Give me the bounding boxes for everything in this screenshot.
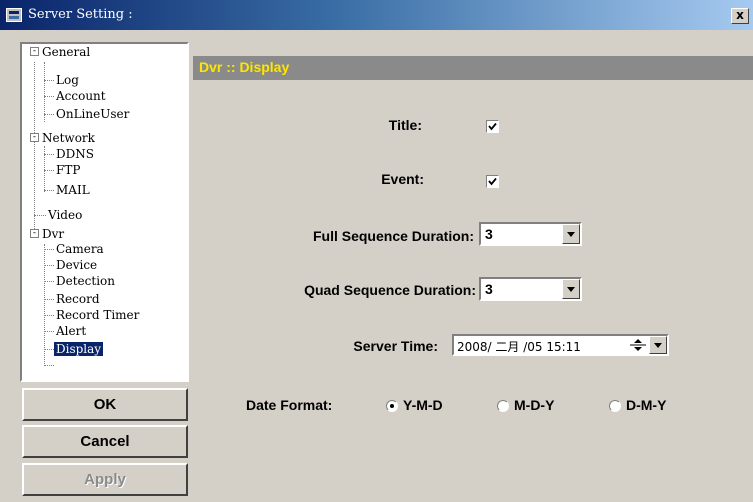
date-format-dmy-radio[interactable] (609, 400, 621, 412)
tree-connector (44, 170, 54, 171)
tree-connector (34, 215, 46, 216)
collapse-icon[interactable]: - (30, 133, 39, 142)
tree-item-record-timer[interactable]: Record Timer (56, 308, 139, 322)
cancel-button[interactable]: Cancel (22, 425, 188, 458)
time-spinner[interactable] (628, 337, 648, 353)
dropdown-button[interactable] (562, 279, 580, 299)
panel-title: Dvr :: Display (199, 59, 290, 75)
apply-button: Apply (22, 463, 188, 496)
settings-tree[interactable]: - General Log Account OnLineUser - Netwo… (20, 42, 189, 382)
collapse-icon[interactable]: - (30, 229, 39, 238)
window-title: Server Setting : (28, 7, 133, 22)
date-format-label: Date Format: (246, 397, 333, 413)
tree-connector (44, 96, 54, 97)
tree-connector (44, 249, 54, 250)
tree-connector (44, 154, 54, 155)
tree-connector (44, 281, 54, 282)
chevron-down-icon (654, 343, 662, 348)
full-sequence-label: Full Sequence Duration: (312, 228, 474, 244)
checkmark-icon (488, 177, 497, 186)
tree-item-video[interactable]: Video (48, 208, 82, 222)
tree-item-dvr[interactable]: Dvr (42, 227, 64, 241)
tree-item-alert[interactable]: Alert (56, 324, 86, 338)
server-time-value[interactable]: 2008/ 二月 /05 15:11 (457, 338, 581, 355)
server-time-picker[interactable]: 2008/ 二月 /05 15:11 (452, 334, 669, 356)
tree-item-account[interactable]: Account (56, 89, 106, 103)
date-format-mdy-radio[interactable] (497, 400, 509, 412)
tree-connector (44, 146, 45, 192)
close-button[interactable]: x (731, 8, 749, 24)
quad-sequence-label: Quad Sequence Duration: (304, 282, 476, 298)
full-sequence-value: 3 (485, 226, 493, 242)
tree-connector (44, 190, 54, 191)
chevron-down-icon (567, 287, 575, 292)
title-checkbox[interactable] (486, 120, 499, 133)
title-bar[interactable]: Server Setting : x (0, 0, 753, 30)
date-format-ymd-radio[interactable] (386, 400, 398, 412)
tree-item-general[interactable]: General (42, 45, 90, 59)
tree-item-onlineuser[interactable]: OnLineUser (56, 107, 129, 121)
tree-item-display[interactable]: Display (54, 342, 104, 356)
tree-connector (44, 299, 54, 300)
tree-connector (44, 265, 54, 266)
panel-header: Dvr :: Display (193, 56, 753, 80)
tree-item-network[interactable]: Network (42, 131, 95, 145)
tree-connector (44, 62, 45, 122)
tree-connector (44, 244, 45, 364)
quad-sequence-select[interactable]: 3 (479, 277, 582, 301)
date-format-ymd-label[interactable]: Y-M-D (403, 397, 443, 413)
tree-connector (44, 80, 54, 81)
server-setting-window: Server Setting : x - General Log Account… (0, 0, 753, 502)
chevron-down-icon (567, 232, 575, 237)
tree-item-mail[interactable]: MAIL (56, 183, 90, 197)
tree-item-log[interactable]: Log (56, 73, 79, 87)
tree-connector (34, 62, 35, 237)
tree-connector (44, 315, 54, 316)
collapse-icon[interactable]: - (30, 47, 39, 56)
tree-item-display-label: Display (54, 342, 104, 356)
event-checkbox[interactable] (486, 175, 499, 188)
checkmark-icon (488, 122, 497, 131)
tree-item-device[interactable]: Device (56, 258, 97, 272)
tree-item-detection[interactable]: Detection (56, 274, 115, 288)
ok-button[interactable]: OK (22, 388, 188, 421)
calendar-dropdown-button[interactable] (649, 336, 667, 354)
tree-item-record[interactable]: Record (56, 292, 100, 306)
tree-connector (44, 114, 54, 115)
server-time-label: Server Time: (353, 338, 438, 354)
date-format-dmy-label[interactable]: D-M-Y (626, 397, 666, 413)
title-label: Title: (388, 117, 422, 133)
spinner-arrows-icon (630, 339, 646, 351)
tree-item-ddns[interactable]: DDNS (56, 147, 94, 161)
quad-sequence-value: 3 (485, 281, 493, 297)
app-icon (6, 8, 22, 22)
tree-connector (44, 331, 54, 332)
tree-item-ftp[interactable]: FTP (56, 163, 80, 177)
date-format-mdy-label[interactable]: M-D-Y (514, 397, 554, 413)
tree-item-camera[interactable]: Camera (56, 242, 104, 256)
tree-connector (44, 365, 54, 366)
event-label: Event: (381, 171, 424, 187)
full-sequence-select[interactable]: 3 (479, 222, 582, 246)
tree-connector (44, 349, 54, 350)
dropdown-button[interactable] (562, 224, 580, 244)
